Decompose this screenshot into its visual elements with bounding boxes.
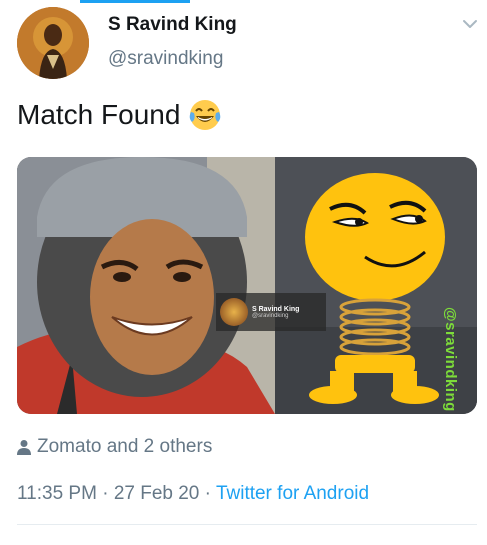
- watermark-handle: @sravindking: [252, 312, 289, 319]
- meta-separator: ·: [102, 483, 109, 504]
- tweet-time[interactable]: 11:35 PM: [17, 483, 97, 504]
- meta-separator: ·: [204, 483, 211, 504]
- top-accent-line: [80, 0, 190, 3]
- tweet-media-image[interactable]: S Ravind King @sravindking @sravindking: [17, 157, 477, 414]
- vertical-watermark: @sravindking: [442, 307, 459, 412]
- chevron-down-icon[interactable]: [461, 15, 479, 33]
- avatar[interactable]: [17, 7, 89, 79]
- avatar-image: [17, 7, 89, 79]
- tweet-date[interactable]: 27 Feb 20: [114, 483, 200, 504]
- person-icon: [17, 440, 31, 455]
- author-handle[interactable]: @sravindking: [108, 48, 223, 70]
- watermark-name: S Ravind King: [252, 305, 300, 313]
- media-watermark: S Ravind King @sravindking: [216, 293, 326, 331]
- tweet-text-content: Match Found: [17, 99, 181, 130]
- face-with-tears-of-joy-icon: [190, 100, 221, 130]
- selfie-photo: [17, 157, 275, 414]
- likes-text: Zomato and 2 others: [37, 436, 213, 457]
- tweet-meta: 11:35 PM · 27 Feb 20 · Twitter for Andro…: [17, 483, 369, 505]
- likes-row[interactable]: Zomato and 2 others: [17, 436, 212, 458]
- tweet-text: Match Found: [17, 98, 222, 132]
- tweet-source-link[interactable]: Twitter for Android: [216, 483, 369, 504]
- author-name[interactable]: S Ravind King: [108, 14, 237, 36]
- watermark-avatar: [220, 298, 248, 326]
- divider: [17, 524, 477, 525]
